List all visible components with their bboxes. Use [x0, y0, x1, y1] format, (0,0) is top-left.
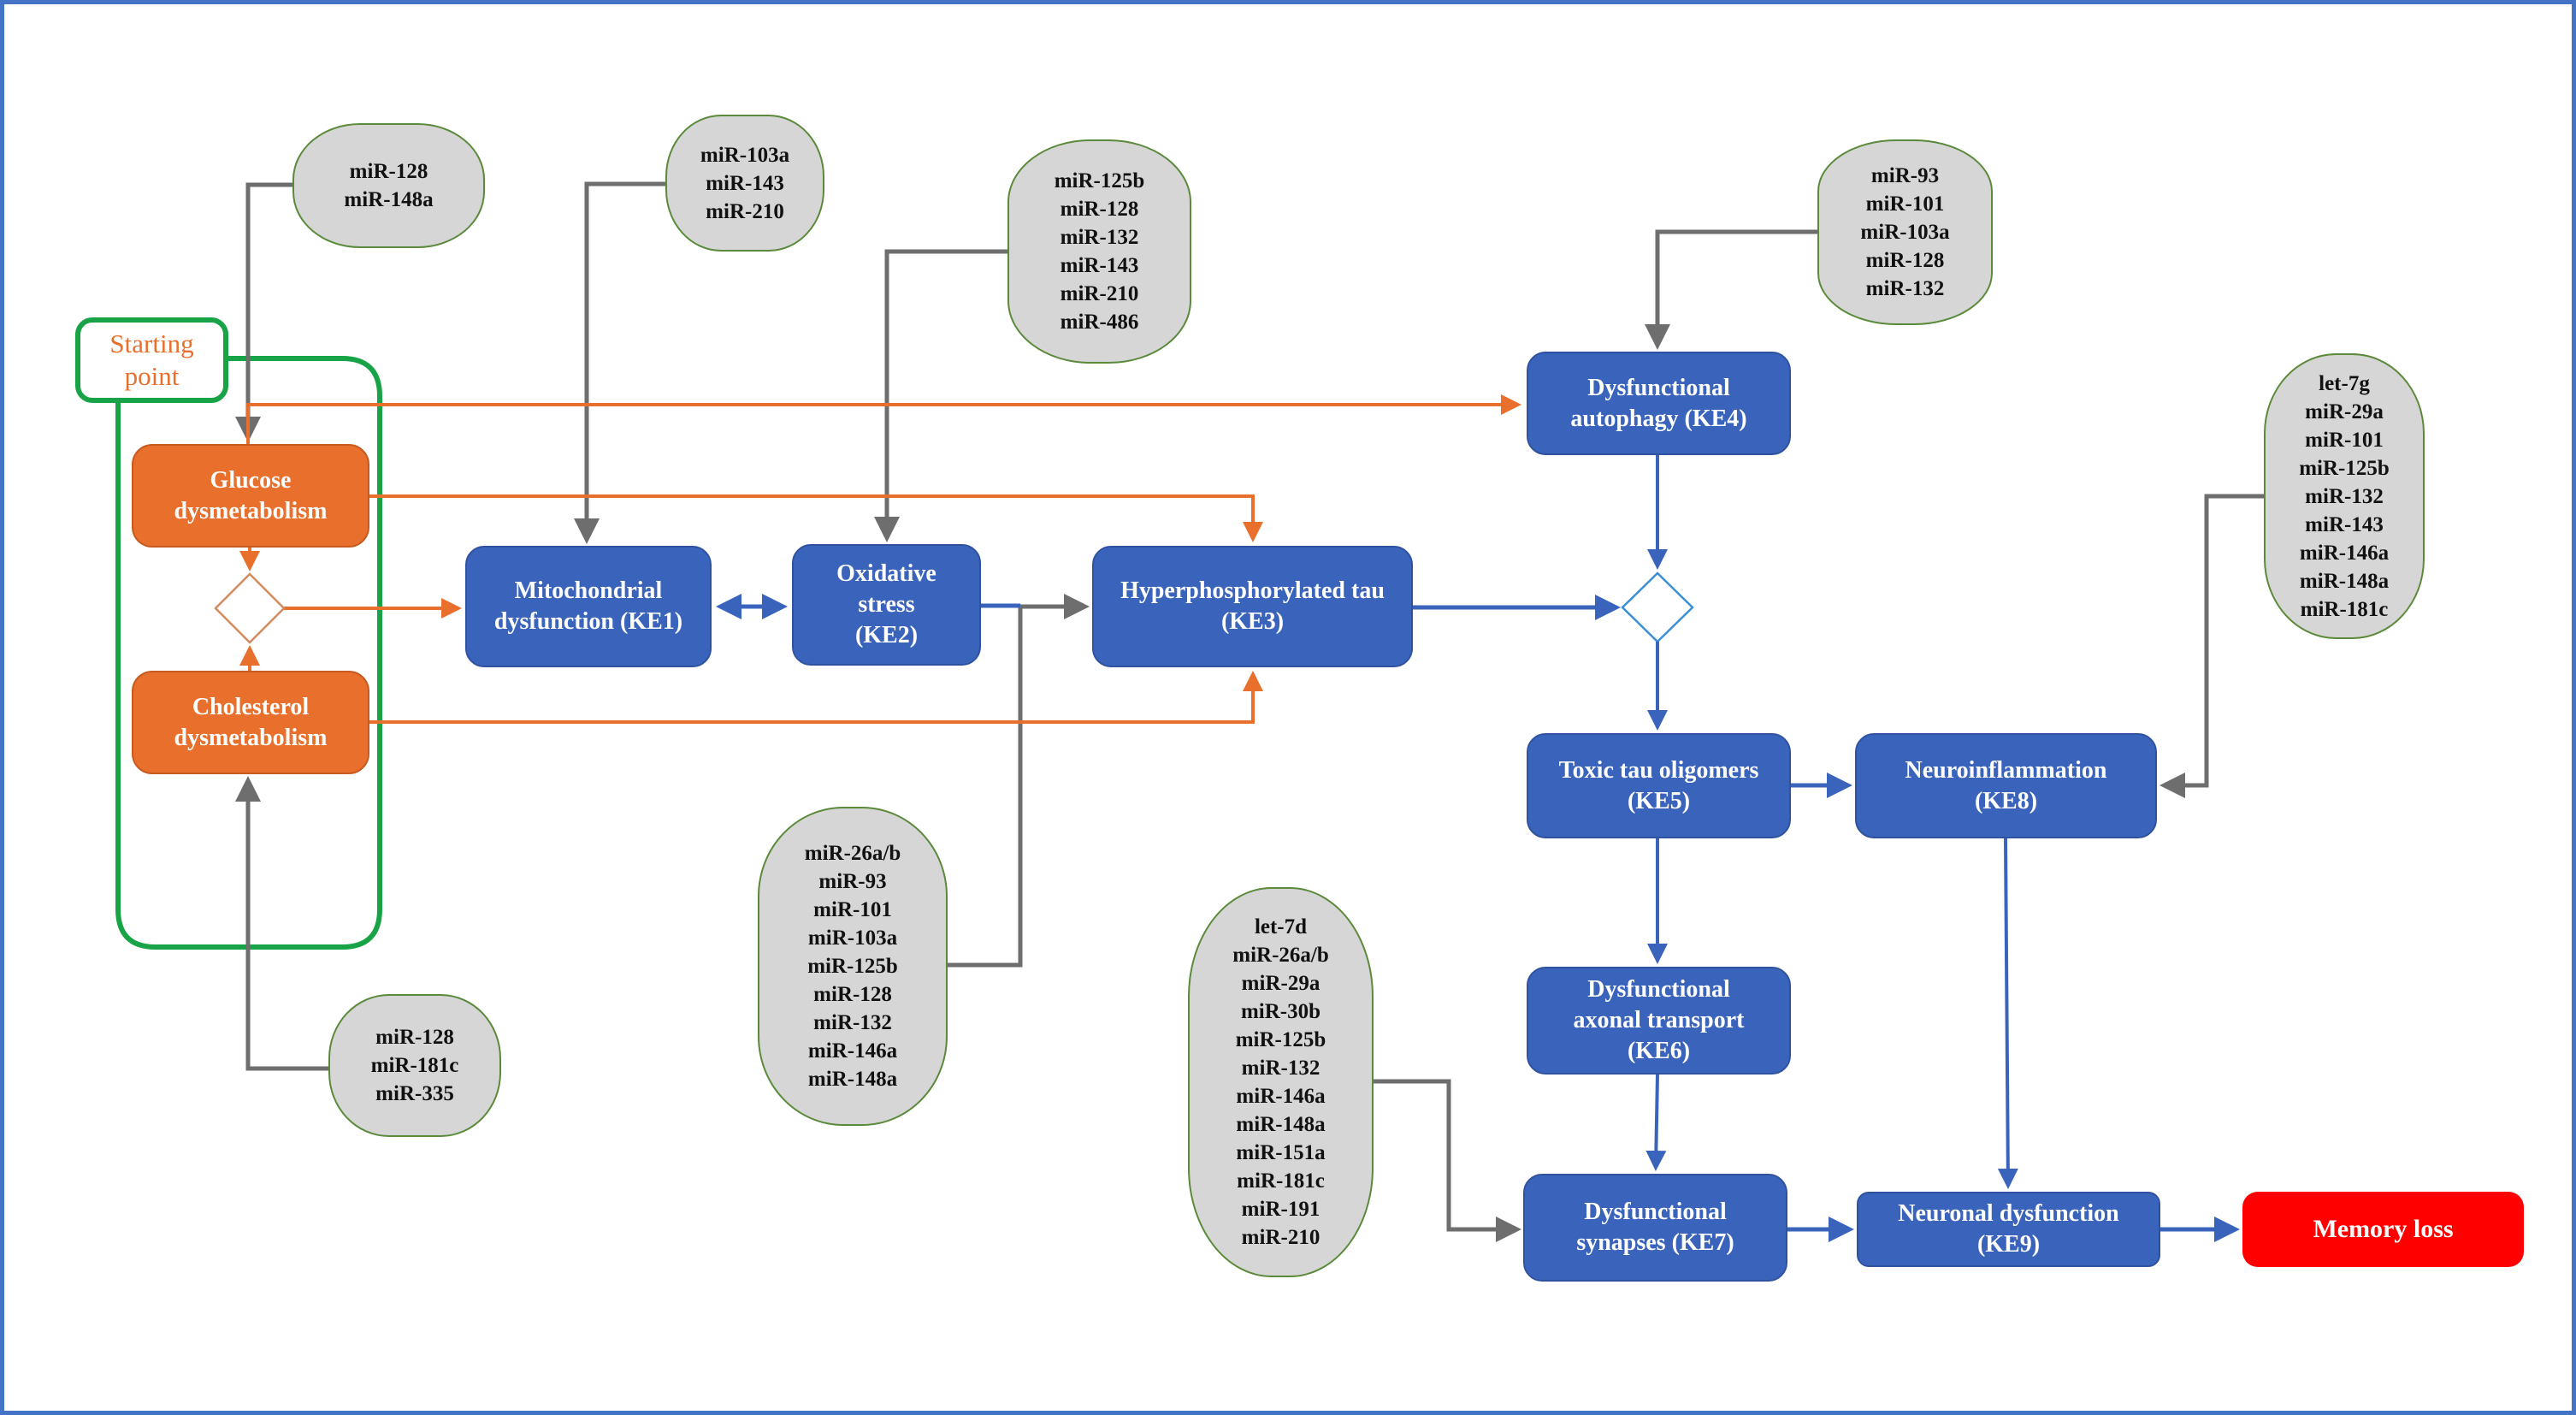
mirna-item: miR-30b: [1240, 1000, 1321, 1023]
link-mirna-ke1: [574, 181, 665, 544]
mirna-item: let-7g: [2319, 371, 2370, 395]
mirna-item: miR-146a: [2299, 541, 2390, 565]
ke1-mitochondrial-dysfunction-box[interactable]: Mitochondrial dysfunction (KE1): [465, 546, 712, 667]
mirna-item: miR-132: [1060, 226, 1139, 249]
mirna-item: miR-210: [706, 199, 784, 223]
mirna-item: miR-146a: [1236, 1085, 1326, 1108]
mirna-item: miR-29a: [2305, 400, 2384, 423]
mirna-item: miR-148a: [2299, 569, 2390, 593]
mirna-item: miR-146a: [807, 1039, 898, 1063]
ke4-dysfunctional-autophagy-box[interactable]: Dysfunctional autophagy (KE4): [1527, 352, 1791, 455]
mirna-item: miR-132: [2305, 484, 2384, 508]
mirna-group-cholesterol[interactable]: miR-128 miR-181c miR-335: [328, 994, 501, 1137]
mirna-group-ke1[interactable]: miR-103a miR-143 miR-210: [665, 115, 824, 252]
ke6-dysfunctional-axonal-transport-box[interactable]: Dysfunctional axonal transport (KE6): [1527, 967, 1791, 1075]
glucose-dysmetabolism-box[interactable]: Glucose dysmetabolism: [132, 444, 369, 548]
ke8-label: Neuroinflammation (KE8): [1905, 756, 2107, 814]
mirna-item: miR-128: [813, 983, 892, 1006]
ke8-neuroinflammation-box[interactable]: Neuroinflammation (KE8): [1855, 733, 2157, 838]
mirna-item: miR-143: [2305, 512, 2384, 536]
link-mirna-cholesterol: [235, 776, 328, 1071]
tau-junction-diamond: [1621, 571, 1694, 643]
link-ke8-ke9: [1997, 838, 2018, 1189]
link-glucose-ke3: [369, 494, 1263, 542]
cholesterol-dysmetabolism-label: Cholesterol dysmetabolism: [174, 693, 328, 751]
ke4-label: Dysfunctional autophagy (KE4): [1570, 374, 1747, 432]
mirna-item: miR-132: [1865, 277, 1945, 300]
metabolic-junction-diamond: [214, 572, 286, 644]
memory-loss-box[interactable]: Memory loss: [2242, 1192, 2524, 1267]
link-ke6-ke7: [1645, 1074, 1667, 1171]
ke2-oxidative-stress-box[interactable]: Oxidative stress (KE2): [792, 544, 981, 666]
mirna-item: miR-335: [375, 1082, 454, 1105]
ke7-dysfunctional-synapses-box[interactable]: Dysfunctional synapses (KE7): [1523, 1174, 1787, 1282]
starting-point-text: Starting point: [109, 329, 194, 391]
ke1-label: Mitochondrial dysfunction (KE1): [493, 577, 683, 635]
ke7-label: Dysfunctional synapses (KE7): [1576, 1199, 1734, 1256]
mirna-item: miR-103a: [1860, 221, 1950, 244]
mirna-group-ke2[interactable]: miR-125b miR-128 miR-132 miR-143 miR-210 miR-…: [1007, 139, 1191, 364]
ke9-label: Neuronal dysfunction (KE9): [1898, 1200, 2119, 1258]
mirna-group-glucose[interactable]: miR-128 miR-148a: [292, 123, 485, 248]
mirna-group-ke8[interactable]: let-7g miR-29a miR-101 miR-125b miR-132 miR-1…: [2264, 353, 2425, 639]
mirna-item: miR-148a: [807, 1068, 898, 1091]
ke6-label: Dysfunctional axonal transport (KE6): [1573, 976, 1745, 1064]
mirna-item: miR-128: [349, 160, 428, 183]
mirna-item: miR-103a: [807, 927, 898, 950]
ke5-label: Toxic tau oligomers (KE5): [1558, 756, 1759, 814]
cholesterol-dysmetabolism-box[interactable]: Cholesterol dysmetabolism: [132, 671, 369, 774]
mirna-item: miR-181c: [2300, 597, 2389, 621]
link-mirna-ke8: [2159, 494, 2264, 798]
ke3-label: Hyperphosphorylated tau (KE3): [1120, 577, 1385, 635]
mirna-item: miR-101: [2305, 428, 2384, 452]
mirna-item: miR-191: [1241, 1198, 1320, 1221]
link-mirna-ke4: [1645, 229, 1817, 350]
mirna-item: miR-29a: [1241, 972, 1320, 995]
mirna-item: miR-143: [706, 171, 784, 195]
mirna-item: miR-132: [1241, 1057, 1320, 1080]
mirna-item: let-7d: [1254, 915, 1308, 938]
mirna-item: miR-103a: [700, 143, 790, 167]
mirna-item: miR-148a: [344, 188, 434, 211]
mirna-item: miR-125b: [807, 955, 898, 978]
mirna-item: miR-132: [813, 1011, 892, 1034]
mirna-item: miR-93: [818, 870, 887, 893]
mirna-item: miR-101: [813, 898, 892, 921]
glucose-dysmetabolism-label: Glucose dysmetabolism: [174, 466, 328, 524]
ke3-hyperphosphorylated-tau-box[interactable]: Hyperphosphorylated tau (KE3): [1092, 546, 1413, 667]
mirna-item: miR-181c: [370, 1054, 459, 1077]
mirna-item: miR-125b: [1054, 169, 1145, 192]
mirna-group-ke3[interactable]: miR-26a/b miR-93 miR-101 miR-103a miR-125b mi…: [758, 807, 948, 1126]
mirna-item: miR-26a/b: [804, 842, 901, 865]
link-mirna-glucose: [235, 182, 292, 442]
memory-loss-label: Memory loss: [2313, 1215, 2454, 1243]
mirna-item: miR-128: [375, 1026, 454, 1049]
mirna-group-ke7[interactable]: let-7d miR-26a/b miR-29a miR-30b miR-125b miR…: [1188, 887, 1374, 1277]
mirna-item: miR-128: [1060, 198, 1139, 221]
mirna-item: miR-125b: [1235, 1028, 1326, 1051]
mirna-group-ke4[interactable]: miR-93 miR-101 miR-103a miR-128 miR-132: [1817, 139, 1993, 325]
mirna-item: miR-143: [1060, 254, 1139, 277]
starting-point-label: Starting point: [75, 317, 228, 403]
link-cholesterol-ke3: [369, 671, 1263, 724]
link-mirna-ke7: [1374, 1079, 1521, 1242]
mirna-item: miR-210: [1241, 1226, 1320, 1249]
mirna-item: miR-128: [1865, 249, 1945, 272]
ke2-label: Oxidative stress (KE2): [836, 560, 936, 648]
mirna-item: miR-210: [1060, 282, 1139, 305]
mirna-item: miR-148a: [1236, 1113, 1326, 1136]
mirna-item: miR-151a: [1236, 1141, 1326, 1164]
ke5-toxic-tau-oligomers-box[interactable]: Toxic tau oligomers (KE5): [1527, 733, 1791, 838]
mirna-item: miR-101: [1865, 192, 1945, 216]
mirna-item: miR-181c: [1237, 1169, 1325, 1193]
ke9-neuronal-dysfunction-box[interactable]: Neuronal dysfunction (KE9): [1857, 1192, 2160, 1267]
mirna-item: miR-486: [1060, 311, 1139, 334]
link-glucose-ke4: [246, 394, 1521, 444]
mirna-item: miR-125b: [2299, 456, 2390, 480]
mirna-item: miR-93: [1870, 164, 1940, 187]
mirna-item: miR-26a/b: [1232, 944, 1329, 967]
